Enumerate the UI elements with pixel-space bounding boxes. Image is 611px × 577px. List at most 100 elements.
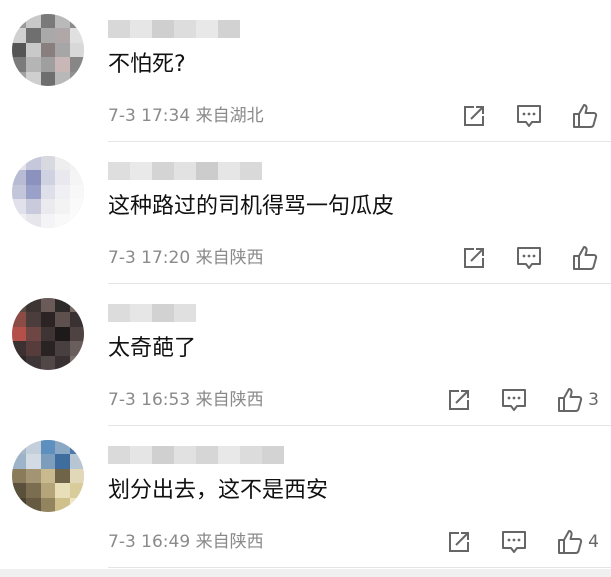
avatar-mosaic-pixel bbox=[40, 199, 56, 214]
avatar[interactable] bbox=[12, 298, 84, 370]
thumbs-up-icon bbox=[556, 528, 584, 556]
avatar-mosaic-pixel bbox=[12, 14, 27, 29]
username-mosaic-block bbox=[108, 446, 130, 464]
comment-button[interactable] bbox=[515, 103, 543, 129]
comment-item: 太奇葩了 7-3 16:53 来自陕西 3 bbox=[0, 284, 611, 426]
username-mosaic-block bbox=[152, 446, 174, 464]
avatar-mosaic-pixel bbox=[26, 156, 41, 171]
avatar-mosaic-pixel bbox=[26, 71, 41, 86]
avatar-mosaic-pixel bbox=[26, 298, 41, 313]
comment-button[interactable] bbox=[500, 529, 528, 555]
username-blurred[interactable] bbox=[108, 446, 284, 464]
avatar-mosaic-pixel bbox=[26, 468, 41, 484]
avatar-mosaic-pixel bbox=[12, 355, 27, 370]
avatar-mosaic-pixel bbox=[12, 298, 27, 313]
avatar-mosaic-pixel bbox=[40, 468, 56, 484]
avatar-mosaic-pixel bbox=[40, 42, 56, 58]
username-mosaic-block bbox=[240, 162, 262, 180]
avatar[interactable] bbox=[12, 14, 84, 86]
comment-icon bbox=[515, 245, 543, 271]
share-button[interactable] bbox=[446, 387, 472, 413]
username-mosaic-block bbox=[174, 162, 196, 180]
comment-actions: 4 bbox=[418, 526, 599, 558]
divider bbox=[108, 567, 611, 568]
avatar-mosaic-pixel bbox=[12, 57, 27, 72]
comment-button[interactable] bbox=[500, 387, 528, 413]
thumbs-up-icon bbox=[571, 244, 599, 272]
avatar-mosaic-pixel bbox=[55, 468, 70, 484]
comment-text: 不怕死? bbox=[108, 52, 186, 77]
thumbs-up-icon bbox=[571, 102, 599, 130]
avatar-mosaic-pixel bbox=[26, 440, 41, 455]
avatar-mosaic-pixel bbox=[40, 57, 56, 72]
avatar-mosaic-pixel bbox=[55, 199, 70, 214]
share-icon bbox=[446, 387, 472, 413]
avatar-mosaic-pixel bbox=[69, 355, 84, 370]
share-icon bbox=[461, 245, 487, 271]
comment-actions bbox=[433, 242, 599, 274]
avatar-mosaic-pixel bbox=[55, 326, 70, 342]
avatar[interactable] bbox=[12, 440, 84, 512]
like-count: 4 bbox=[588, 532, 599, 552]
like-button[interactable] bbox=[571, 102, 599, 130]
username-mosaic-block bbox=[174, 304, 196, 322]
avatar-mosaic-pixel bbox=[69, 497, 84, 512]
username-mosaic-block bbox=[108, 20, 130, 38]
avatar[interactable] bbox=[12, 156, 84, 228]
avatar-mosaic-pixel bbox=[40, 213, 56, 228]
avatar-mosaic-pixel bbox=[55, 71, 70, 86]
comment-button[interactable] bbox=[515, 245, 543, 271]
like-button[interactable] bbox=[571, 244, 599, 272]
username-mosaic-block bbox=[196, 20, 218, 38]
username-blurred[interactable] bbox=[108, 304, 196, 322]
avatar-mosaic-pixel bbox=[55, 14, 70, 29]
avatar-mosaic-pixel bbox=[69, 483, 84, 498]
username-mosaic-block bbox=[174, 446, 196, 464]
avatar-mosaic-pixel bbox=[69, 170, 84, 185]
avatar-mosaic-pixel bbox=[69, 213, 84, 228]
avatar-mosaic-pixel bbox=[12, 71, 27, 86]
avatar-mosaic-pixel bbox=[69, 298, 84, 313]
like-button[interactable]: 4 bbox=[556, 528, 599, 556]
avatar-mosaic-pixel bbox=[26, 355, 41, 370]
thumbs-up-icon bbox=[556, 386, 584, 414]
username-mosaic-block bbox=[108, 162, 130, 180]
avatar-mosaic-pixel bbox=[12, 170, 27, 185]
avatar-mosaic-pixel bbox=[40, 156, 56, 171]
avatar-mosaic-pixel bbox=[40, 355, 56, 370]
share-button[interactable] bbox=[461, 245, 487, 271]
username-blurred[interactable] bbox=[108, 162, 262, 180]
avatar-mosaic-pixel bbox=[69, 14, 84, 29]
avatar-mosaic-pixel bbox=[40, 298, 56, 313]
avatar-mosaic-pixel bbox=[55, 497, 70, 512]
avatar-mosaic-pixel bbox=[55, 213, 70, 228]
avatar-mosaic-pixel bbox=[12, 483, 27, 498]
avatar-mosaic-pixel bbox=[40, 483, 56, 498]
comment-actions: 3 bbox=[418, 384, 599, 416]
bottom-strip bbox=[0, 569, 611, 577]
share-icon bbox=[461, 103, 487, 129]
share-button[interactable] bbox=[461, 103, 487, 129]
avatar-mosaic-pixel bbox=[55, 156, 70, 171]
avatar-mosaic-pixel bbox=[12, 184, 27, 200]
avatar-mosaic-pixel bbox=[69, 312, 84, 327]
avatar-mosaic-pixel bbox=[55, 341, 70, 356]
avatar-mosaic-pixel bbox=[12, 312, 27, 327]
avatar-mosaic-pixel bbox=[12, 440, 27, 455]
username-mosaic-block bbox=[152, 304, 174, 322]
avatar-mosaic-pixel bbox=[69, 468, 84, 484]
avatar-mosaic-pixel bbox=[40, 28, 56, 43]
avatar-mosaic-pixel bbox=[26, 312, 41, 327]
share-button[interactable] bbox=[446, 529, 472, 555]
like-button[interactable]: 3 bbox=[556, 386, 599, 414]
username-blurred[interactable] bbox=[108, 20, 240, 38]
comment-icon bbox=[515, 103, 543, 129]
avatar-mosaic-pixel bbox=[40, 341, 56, 356]
avatar-mosaic-pixel bbox=[26, 28, 41, 43]
avatar-mosaic-pixel bbox=[12, 42, 27, 58]
avatar-mosaic-pixel bbox=[69, 156, 84, 171]
avatar-mosaic-pixel bbox=[69, 57, 84, 72]
avatar-mosaic-pixel bbox=[40, 454, 56, 469]
avatar-mosaic-pixel bbox=[69, 184, 84, 200]
avatar-mosaic-pixel bbox=[26, 14, 41, 29]
